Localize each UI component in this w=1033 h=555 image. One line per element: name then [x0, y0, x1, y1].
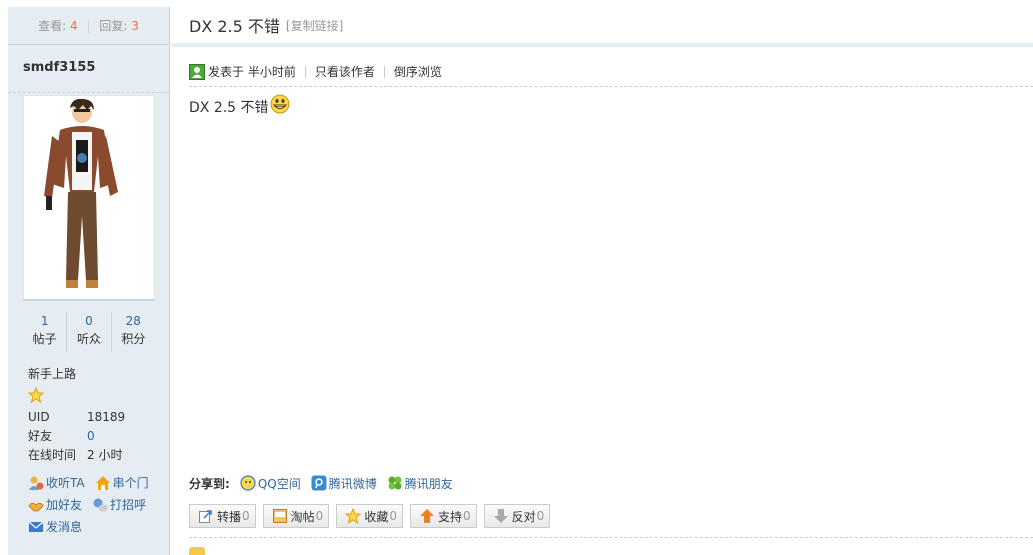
collection-icon — [272, 508, 288, 524]
add-friend-icon — [28, 497, 44, 513]
share-tencent-friends[interactable]: 腾讯朋友 — [387, 475, 453, 492]
share-label: 分享到: — [189, 476, 230, 491]
visit-label: 串个门 — [112, 476, 149, 490]
qzone-icon — [240, 475, 256, 491]
message-label: 发消息 — [46, 520, 83, 534]
counter-label: 积分 — [121, 332, 146, 346]
favorite-button[interactable]: 收藏 0 — [336, 504, 403, 528]
replies-label: 回复: — [99, 19, 128, 33]
post-main: DX 2.5 不错 [复制链接] 发表于 半小时前 只看该作者 倒序浏览 DX … — [171, 7, 1033, 555]
info-row-online: 在线时间 2 小时 — [28, 446, 158, 465]
friends-count-link[interactable]: 0 — [87, 427, 95, 446]
user-rank[interactable]: 新手上路 — [28, 365, 76, 382]
counter-label: 听众 — [76, 332, 101, 346]
mail-icon — [28, 519, 44, 535]
thread-title-bar: DX 2.5 不错 [复制链接] — [171, 7, 1033, 47]
user-info: UID 18189 好友 0 在线时间 2 小时 — [28, 408, 158, 465]
oppose-button[interactable]: 反对 0 — [483, 504, 551, 528]
counter-label: 帖子 — [32, 332, 57, 346]
replies-count: 3 — [131, 19, 139, 33]
star-icon — [28, 387, 44, 403]
tencent-friends-icon — [387, 475, 403, 491]
greet-button[interactable]: 打招呼 — [92, 494, 146, 516]
counter-value: 0 — [85, 314, 93, 328]
message-button[interactable]: 发消息 — [28, 516, 82, 538]
author-name[interactable]: smdf3155 — [8, 47, 169, 93]
button-count: 0 — [462, 509, 471, 523]
author-only-link[interactable]: 只看该作者 — [304, 65, 384, 78]
info-row-friends: 好友 0 — [28, 427, 158, 446]
emoji-grin-icon — [270, 94, 290, 114]
post-text: DX 2.5 不错 — [189, 100, 269, 116]
share-qzone[interactable]: QQ空间 — [240, 475, 301, 492]
add-friend-button[interactable]: 加好友 — [28, 494, 82, 516]
reverse-order-link[interactable]: 倒序浏览 — [383, 65, 451, 78]
author-sidebar: 查看: 4 | 回复: 3 smdf3155 1 帖子 0 听众 28 积分 新… — [8, 7, 170, 555]
tencent-weibo-icon — [311, 475, 327, 491]
share-item-label: 腾讯微博 — [328, 476, 377, 491]
divider — [189, 537, 1033, 538]
home-icon — [95, 475, 111, 491]
greet-icon — [92, 497, 108, 513]
button-count: 0 — [536, 509, 545, 523]
info-value: 18189 — [87, 410, 126, 424]
info-key: 好友 — [28, 429, 53, 443]
follow-label: 收听TA — [46, 476, 85, 490]
listeners-counter[interactable]: 0 听众 — [67, 312, 112, 352]
follow-button[interactable]: 收听TA — [28, 472, 85, 494]
info-row-uid: UID 18189 — [28, 408, 158, 427]
button-label: 转播 — [217, 509, 242, 524]
avatar[interactable] — [23, 95, 155, 301]
copy-link-button[interactable]: [复制链接] — [286, 17, 343, 34]
user-icon — [189, 63, 205, 80]
favorite-icon — [345, 508, 362, 524]
add-friend-label: 加好友 — [46, 498, 83, 512]
reply-icon — [189, 547, 205, 555]
info-key: 在线时间 — [28, 448, 77, 462]
views-count: 4 — [70, 19, 78, 33]
counter-value: 1 — [40, 314, 49, 328]
button-count: 0 — [242, 509, 250, 523]
posts-counter[interactable]: 1 帖子 — [23, 312, 68, 352]
thread-stats: 查看: 4 | 回复: 3 — [8, 7, 169, 45]
collection-button[interactable]: 淘帖 0 — [262, 504, 330, 528]
post-time: 发表于 半小时前 — [208, 64, 296, 79]
share-item-label: QQ空间 — [257, 476, 301, 491]
forward-icon — [198, 508, 214, 524]
share-item-label: 腾讯朋友 — [404, 476, 453, 491]
stats-divider: | — [86, 19, 91, 33]
button-label: 淘帖 — [290, 509, 315, 524]
button-count: 0 — [389, 509, 397, 523]
counter-value: 28 — [125, 314, 141, 328]
user-actions: 收听TA 串个门 加好友 打招呼 发消息 — [28, 472, 168, 538]
button-label: 反对 — [511, 509, 536, 524]
greet-label: 打招呼 — [110, 498, 147, 512]
post-actions: 转播 0 淘帖 0 收藏 0 支持 0 反对 0 — [189, 504, 557, 528]
button-count: 0 — [315, 509, 324, 523]
thread-title: DX 2.5 不错 — [189, 17, 280, 36]
avatar-figure — [44, 98, 118, 288]
views-label: 查看: — [38, 19, 67, 33]
points-counter[interactable]: 28 积分 — [112, 312, 155, 352]
forward-button[interactable]: 转播 0 — [189, 504, 256, 528]
user-counters: 1 帖子 0 听众 28 积分 — [23, 312, 155, 352]
visit-button[interactable]: 串个门 — [95, 472, 149, 494]
share-tencent-weibo[interactable]: 腾讯微博 — [311, 475, 377, 492]
share-bar: 分享到: QQ空间 腾讯微博 腾讯朋友 — [189, 473, 463, 493]
info-value: 2 小时 — [87, 448, 123, 462]
support-button[interactable]: 支持 0 — [409, 504, 477, 528]
post-meta: 发表于 半小时前 只看该作者 倒序浏览 — [189, 57, 1033, 87]
thumbs-up-icon — [419, 508, 435, 524]
post-content: DX 2.5 不错 — [189, 94, 290, 117]
info-key: UID — [28, 410, 50, 424]
button-label: 支持 — [437, 509, 462, 524]
follow-icon — [28, 475, 44, 491]
thumbs-down-icon — [493, 508, 509, 524]
button-label: 收藏 — [364, 509, 389, 524]
